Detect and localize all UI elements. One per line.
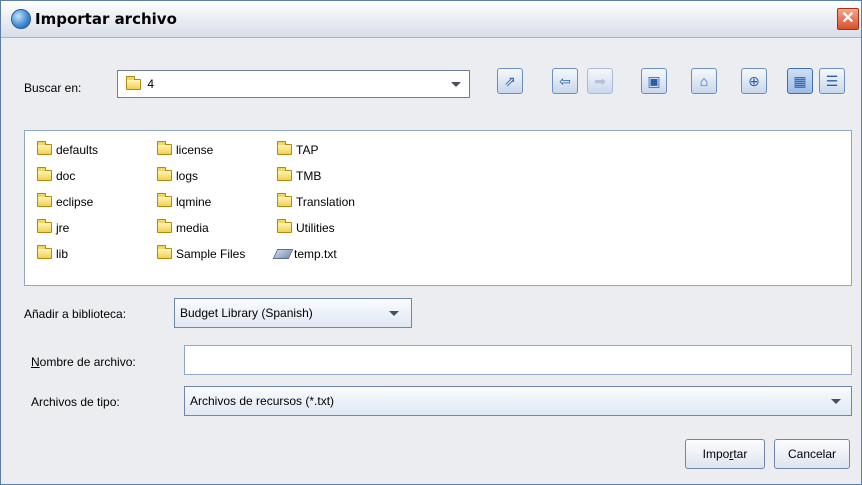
list-item[interactable]: defaults — [37, 137, 98, 163]
up-one-level-icon: ⇗ — [504, 73, 516, 89]
list-item[interactable]: Translation — [277, 189, 355, 215]
folder-icon — [157, 141, 172, 156]
folder-icon — [37, 219, 52, 234]
library-value: Budget Library (Spanish) — [180, 306, 313, 320]
filetype-combobox[interactable]: Archivos de recursos (*.txt) — [184, 386, 852, 416]
chevron-down-icon — [451, 82, 461, 87]
back-button[interactable]: ⇦ — [552, 68, 578, 94]
folder-icon — [277, 167, 292, 182]
lookin-combobox[interactable]: 4 — [117, 70, 470, 98]
details-view-icon: ☰ — [825, 73, 839, 89]
file-column-2: license logs lqmine media Sample Files — [157, 137, 245, 267]
app-icon — [11, 9, 31, 29]
cancel-button[interactable]: Cancelar — [774, 439, 850, 469]
home-button[interactable]: ⌂ — [691, 68, 717, 94]
new-folder-icon: ⊕ — [748, 73, 760, 89]
folder-icon — [37, 245, 52, 260]
file-column-3-text: temp.txt — [272, 241, 337, 267]
title-bar: Importar archivo ✕ — [1, 1, 861, 38]
close-button[interactable]: ✕ — [837, 8, 859, 30]
list-item[interactable]: doc — [37, 163, 98, 189]
list-item[interactable]: TMB — [277, 163, 355, 189]
folder-icon — [277, 219, 292, 234]
list-item[interactable]: TAP — [277, 137, 355, 163]
filetype-label: Archivos de tipo: — [31, 395, 120, 409]
list-item[interactable]: Utilities — [277, 215, 355, 241]
folder-icon — [37, 167, 52, 182]
folder-icon — [157, 245, 172, 260]
list-item[interactable]: lib — [37, 241, 98, 267]
list-item[interactable]: media — [157, 215, 245, 241]
text-file-icon — [272, 248, 294, 259]
home-icon: ⌂ — [699, 73, 709, 89]
list-item[interactable]: license — [157, 137, 245, 163]
forward-arrow-icon: ➡ — [594, 73, 606, 89]
lookin-label: Buscar en: — [24, 81, 82, 95]
folder-icon — [277, 141, 292, 156]
chevron-down-icon — [389, 311, 399, 316]
up-one-level-button[interactable]: ⇗ — [497, 68, 523, 94]
list-item[interactable]: lqmine — [157, 189, 245, 215]
details-view-button[interactable]: ☰ — [819, 68, 845, 94]
library-label: Añadir a biblioteca: — [24, 307, 127, 321]
dialog-title: Importar archivo — [35, 10, 177, 28]
new-folder-button[interactable]: ⊕ — [741, 68, 767, 94]
chevron-down-icon — [831, 399, 841, 404]
library-button[interactable]: ▣ — [641, 68, 667, 94]
filename-label: Nombre de archivo: — [31, 355, 136, 369]
library-combobox[interactable]: Budget Library (Spanish) — [174, 298, 412, 328]
lookin-value: 4 — [147, 77, 155, 91]
import-file-dialog: Importar archivo ✕ Buscar en: 4 ⇗ ⇦ ➡ ▣ … — [0, 0, 862, 485]
file-column-1: defaults doc eclipse jre lib — [37, 137, 98, 267]
folder-icon — [157, 167, 172, 182]
list-item[interactable]: logs — [157, 163, 245, 189]
back-arrow-icon: ⇦ — [559, 73, 571, 89]
list-item[interactable]: jre — [37, 215, 98, 241]
folder-icon — [277, 193, 292, 208]
file-column-3: TAP TMB Translation Utilities — [277, 137, 355, 241]
list-view-icon: ▦ — [793, 73, 807, 89]
list-item[interactable]: temp.txt — [272, 241, 337, 267]
filename-input[interactable] — [184, 345, 852, 375]
filetype-value: Archivos de recursos (*.txt) — [190, 394, 335, 408]
folder-icon — [37, 141, 52, 156]
forward-button[interactable]: ➡ — [587, 68, 613, 94]
file-list[interactable]: defaults doc eclipse jre lib license log… — [24, 130, 852, 286]
list-item[interactable]: eclipse — [37, 189, 98, 215]
list-view-button[interactable]: ▦ — [787, 68, 813, 94]
import-button[interactable]: Importar — [685, 439, 765, 469]
folder-icon — [157, 193, 172, 208]
folder-icon — [157, 219, 172, 234]
folder-icon — [37, 193, 52, 208]
folder-icon — [126, 76, 141, 91]
library-icon: ▣ — [647, 73, 661, 89]
list-item[interactable]: Sample Files — [157, 241, 245, 267]
